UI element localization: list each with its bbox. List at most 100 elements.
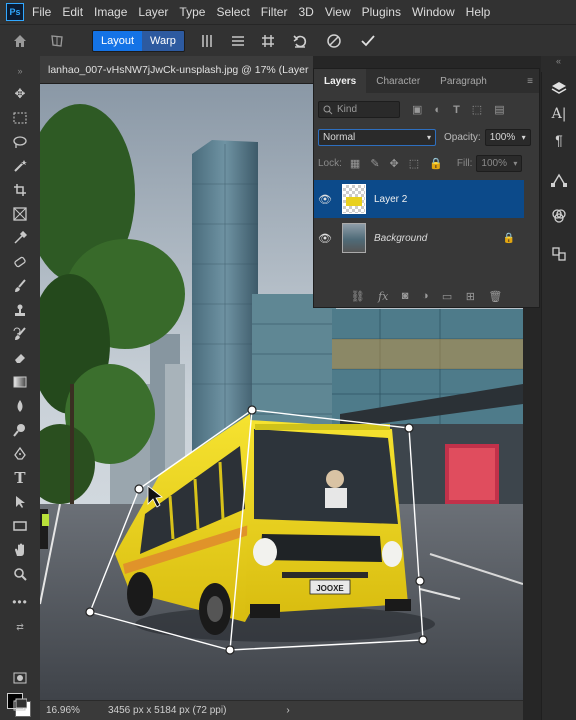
zoom-tool-icon[interactable] <box>0 563 40 585</box>
healing-brush-tool-icon[interactable] <box>0 251 40 273</box>
adjustments-panel-icon[interactable] <box>546 242 572 266</box>
collapse-toolbar-icon[interactable]: » <box>0 60 40 82</box>
layer-row-layer-2[interactable]: 👁 Layer 2 <box>314 180 525 218</box>
menu-image[interactable]: Image <box>94 5 127 19</box>
link-layers-icon[interactable]: ⛓ <box>351 290 365 303</box>
zoom-level[interactable]: 16.96% <box>40 705 102 716</box>
gradient-tool-icon[interactable] <box>0 371 40 393</box>
lasso-tool-icon[interactable] <box>0 131 40 153</box>
marquee-tool-icon[interactable] <box>0 107 40 129</box>
dodge-tool-icon[interactable] <box>0 419 40 441</box>
channels-panel-icon[interactable] <box>546 204 572 228</box>
menu-help[interactable]: Help <box>466 5 491 19</box>
filter-smart-object-icon[interactable]: ▤ <box>494 103 504 116</box>
cancel-icon[interactable] <box>317 33 351 49</box>
paragraph-panel-icon[interactable]: ¶ <box>546 128 572 152</box>
menu-file[interactable]: File <box>32 5 51 19</box>
pen-tool-icon[interactable] <box>0 443 40 465</box>
status-menu-arrow[interactable]: › <box>286 705 289 716</box>
commit-icon[interactable] <box>351 33 385 49</box>
filter-pixel-icon[interactable]: ▣ <box>412 103 422 116</box>
opacity-value: 100% <box>489 132 516 143</box>
tab-layers[interactable]: Layers <box>314 69 367 93</box>
layer-style-icon[interactable]: fx <box>378 290 388 303</box>
character-panel-icon[interactable]: A| <box>546 102 572 126</box>
tab-paragraph[interactable]: Paragraph <box>430 69 497 93</box>
fill-input[interactable]: 100% ▾ <box>476 155 523 172</box>
frame-tool-icon[interactable] <box>0 203 40 225</box>
move-tool-icon[interactable]: ✥ <box>0 83 40 105</box>
lock-transparent-icon[interactable]: ▦ <box>350 157 360 170</box>
photoshop-logo[interactable]: Ps <box>6 3 24 21</box>
path-selection-tool-icon[interactable] <box>0 491 40 513</box>
type-tool-icon[interactable]: T <box>0 467 40 489</box>
layer-name[interactable]: Background <box>374 233 427 244</box>
reset-icon[interactable] <box>283 33 317 49</box>
crop-tool-icon[interactable] <box>0 179 40 201</box>
layout-button[interactable]: Layout <box>93 30 143 51</box>
layer-row-background[interactable]: 👁 Background 🔒 <box>314 219 525 257</box>
lock-icon[interactable]: 🔒 <box>503 233 515 244</box>
delete-layer-icon[interactable]: 🗑 <box>488 290 502 303</box>
add-mask-icon[interactable]: ◙ <box>402 290 409 302</box>
hand-tool-icon[interactable] <box>0 539 40 561</box>
layers-panel: Layers Character Paragraph ≡ Kind ▣ ◐ T … <box>313 68 540 308</box>
lock-row: Lock: ▦ ✎ ✥ ⬚ 🔒 Fill: 100% ▾ <box>314 155 541 172</box>
lock-all-icon[interactable]: 🔒 <box>429 157 443 170</box>
kind-filter-select[interactable]: Kind <box>318 101 400 118</box>
split-horizontal-icon[interactable] <box>223 34 253 48</box>
filter-shape-icon[interactable]: ⬚ <box>472 103 482 116</box>
swap-colors-icon[interactable]: ⇄ <box>0 616 40 638</box>
visibility-eye-icon[interactable]: 👁 <box>314 232 336 245</box>
status-bar: 16.96% 3456 px x 5184 px (72 ppi) › <box>40 700 523 720</box>
tab-character[interactable]: Character <box>366 69 430 93</box>
lock-artboard-icon[interactable]: ⬚ <box>409 157 419 170</box>
visibility-eye-icon[interactable]: 👁 <box>314 193 336 206</box>
blend-mode-select[interactable]: Normal ▾ <box>318 129 436 146</box>
new-group-icon[interactable]: ▭ <box>442 290 452 303</box>
menu-filter[interactable]: Filter <box>261 5 288 19</box>
home-icon[interactable] <box>0 33 40 49</box>
layers-panel-icon[interactable] <box>546 76 572 100</box>
eraser-tool-icon[interactable] <box>0 347 40 369</box>
layers-scrollbar[interactable] <box>524 179 539 289</box>
lock-image-icon[interactable]: ✎ <box>370 157 379 170</box>
clone-stamp-tool-icon[interactable] <box>0 299 40 321</box>
warp-transform-icon[interactable] <box>40 33 74 49</box>
split-vertical-icon[interactable] <box>191 34 223 48</box>
menu-layer[interactable]: Layer <box>138 5 168 19</box>
opacity-input[interactable]: 100% ▾ <box>484 129 531 146</box>
grid-split-icon[interactable] <box>253 34 283 48</box>
menu-select[interactable]: Select <box>216 5 249 19</box>
new-layer-icon[interactable]: ⊞ <box>466 290 475 303</box>
chevron-down-icon: ▾ <box>513 159 518 168</box>
eyedropper-tool-icon[interactable] <box>0 227 40 249</box>
blur-tool-icon[interactable] <box>0 395 40 417</box>
document-tab[interactable]: lanhao_007-vHsNW7jJwCk-unsplash.jpg @ 17… <box>40 56 313 84</box>
layer-name[interactable]: Layer 2 <box>374 194 407 205</box>
menu-3d[interactable]: 3D <box>298 5 313 19</box>
panel-menu-icon[interactable]: ≡ <box>527 76 539 87</box>
more-tools-icon[interactable]: ••• <box>0 591 40 613</box>
rectangle-tool-icon[interactable] <box>0 515 40 537</box>
lock-position-icon[interactable]: ✥ <box>390 157 399 170</box>
paths-panel-icon[interactable] <box>546 168 572 192</box>
filter-type-icon[interactable]: T <box>453 104 460 116</box>
quick-mask-icon[interactable] <box>0 667 40 689</box>
panel-dock: A| ¶ <box>541 72 576 720</box>
screen-mode-icon[interactable] <box>0 694 40 716</box>
menu-type[interactable]: Type <box>179 5 205 19</box>
history-brush-tool-icon[interactable] <box>0 323 40 345</box>
brush-tool-icon[interactable] <box>0 275 40 297</box>
document-title: lanhao_007-vHsNW7jJwCk-unsplash.jpg @ 17… <box>48 63 309 76</box>
adjustment-layer-icon[interactable]: ◑ <box>422 290 429 302</box>
warp-button[interactable]: Warp <box>142 30 184 51</box>
magic-wand-tool-icon[interactable] <box>0 155 40 177</box>
dock-collapse[interactable]: « <box>541 56 576 72</box>
menu-edit[interactable]: Edit <box>62 5 83 19</box>
menu-view[interactable]: View <box>325 5 351 19</box>
filter-adjustment-icon[interactable]: ◐ <box>434 104 441 116</box>
menu-window[interactable]: Window <box>412 5 455 19</box>
menu-plugins[interactable]: Plugins <box>362 5 401 19</box>
chevron-down-icon: ▾ <box>521 133 526 142</box>
